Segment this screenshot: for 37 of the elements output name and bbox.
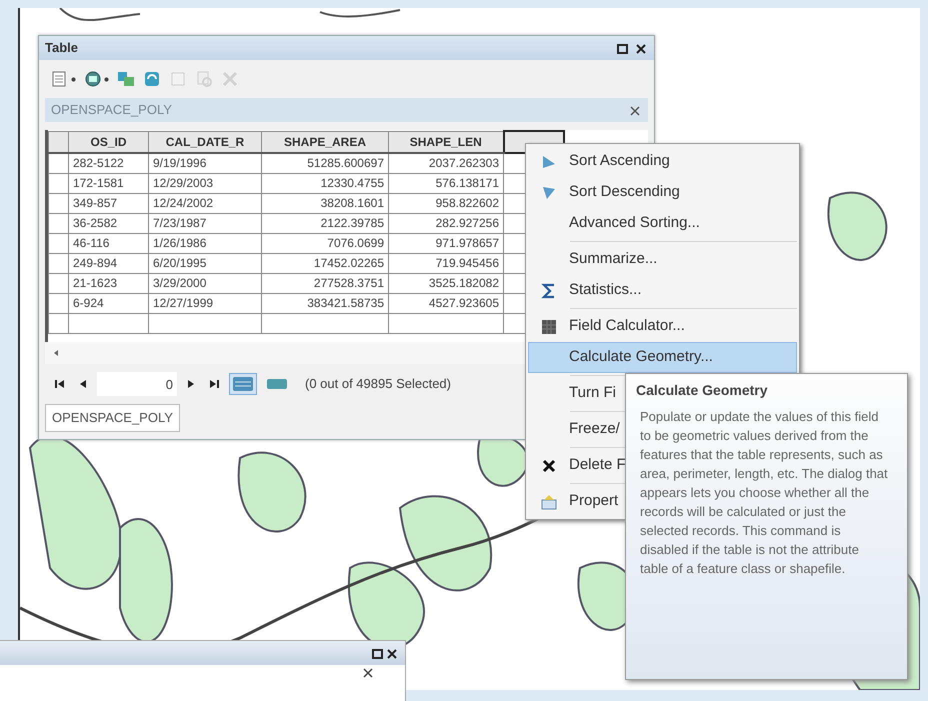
table-cell: 7076.0699 [262, 233, 388, 253]
table-name: OPENSPACE_POLY [51, 101, 172, 120]
table-cell: 958.822602 [388, 193, 504, 213]
table-cell: 249-894 [68, 253, 148, 273]
table-cell: 6-924 [68, 293, 148, 313]
table-cell: 21-1623 [68, 273, 148, 293]
table-cell: 17452.02265 [262, 253, 388, 273]
table-cell: 12/27/1999 [148, 293, 262, 313]
table-cell: 3/29/2000 [148, 273, 262, 293]
selection-status: (0 out of 49895 Selected) [305, 375, 451, 394]
table-cell: 383421.58735 [262, 293, 388, 313]
table-cell: 7/23/1987 [148, 213, 262, 233]
table-cell: 3525.182082 [388, 273, 504, 293]
table-cell: 9/19/1996 [148, 153, 262, 173]
table-cell: 719.945456 [388, 253, 504, 273]
table-cell: 38208.1601 [262, 193, 388, 213]
table-cell: 12330.4755 [262, 173, 388, 193]
table-cell: 576.138171 [388, 173, 504, 193]
table-cell: 172-1581 [68, 173, 148, 193]
window-title: Table [45, 39, 78, 58]
table-cell: 12/24/2002 [148, 193, 262, 213]
table-cell: 349-857 [68, 193, 148, 213]
tooltip-text: Populate or update the values of this field to be geometric values derived from the features that the table represents, such as area, perimeter, length, etc. The dialog that appears lets you choose whether all the records will be calculated or just the selected records. This command is disabled if the table is not the attribute table of a feature class or shapefile. [640, 408, 889, 578]
table-cell: 1/26/1986 [148, 233, 262, 253]
table-cell: 2122.39785 [262, 213, 388, 233]
table-cell: 46-116 [68, 233, 148, 253]
table-cell: 4527.923605 [388, 293, 504, 313]
table-cell: 282-5122 [68, 153, 148, 173]
table-cell: 6/20/1995 [148, 253, 262, 273]
table-cell: 51285.600697 [262, 153, 388, 173]
tooltip-title: Calculate Geometry [636, 382, 768, 399]
table-cell: 36-2582 [68, 213, 148, 233]
table-cell: 12/29/2003 [148, 173, 262, 193]
table-cell: 277528.3751 [262, 273, 388, 293]
table-cell: 282.927256 [388, 213, 504, 233]
table-cell: 2037.262303 [388, 153, 504, 173]
table-cell: 971.978657 [388, 233, 504, 253]
